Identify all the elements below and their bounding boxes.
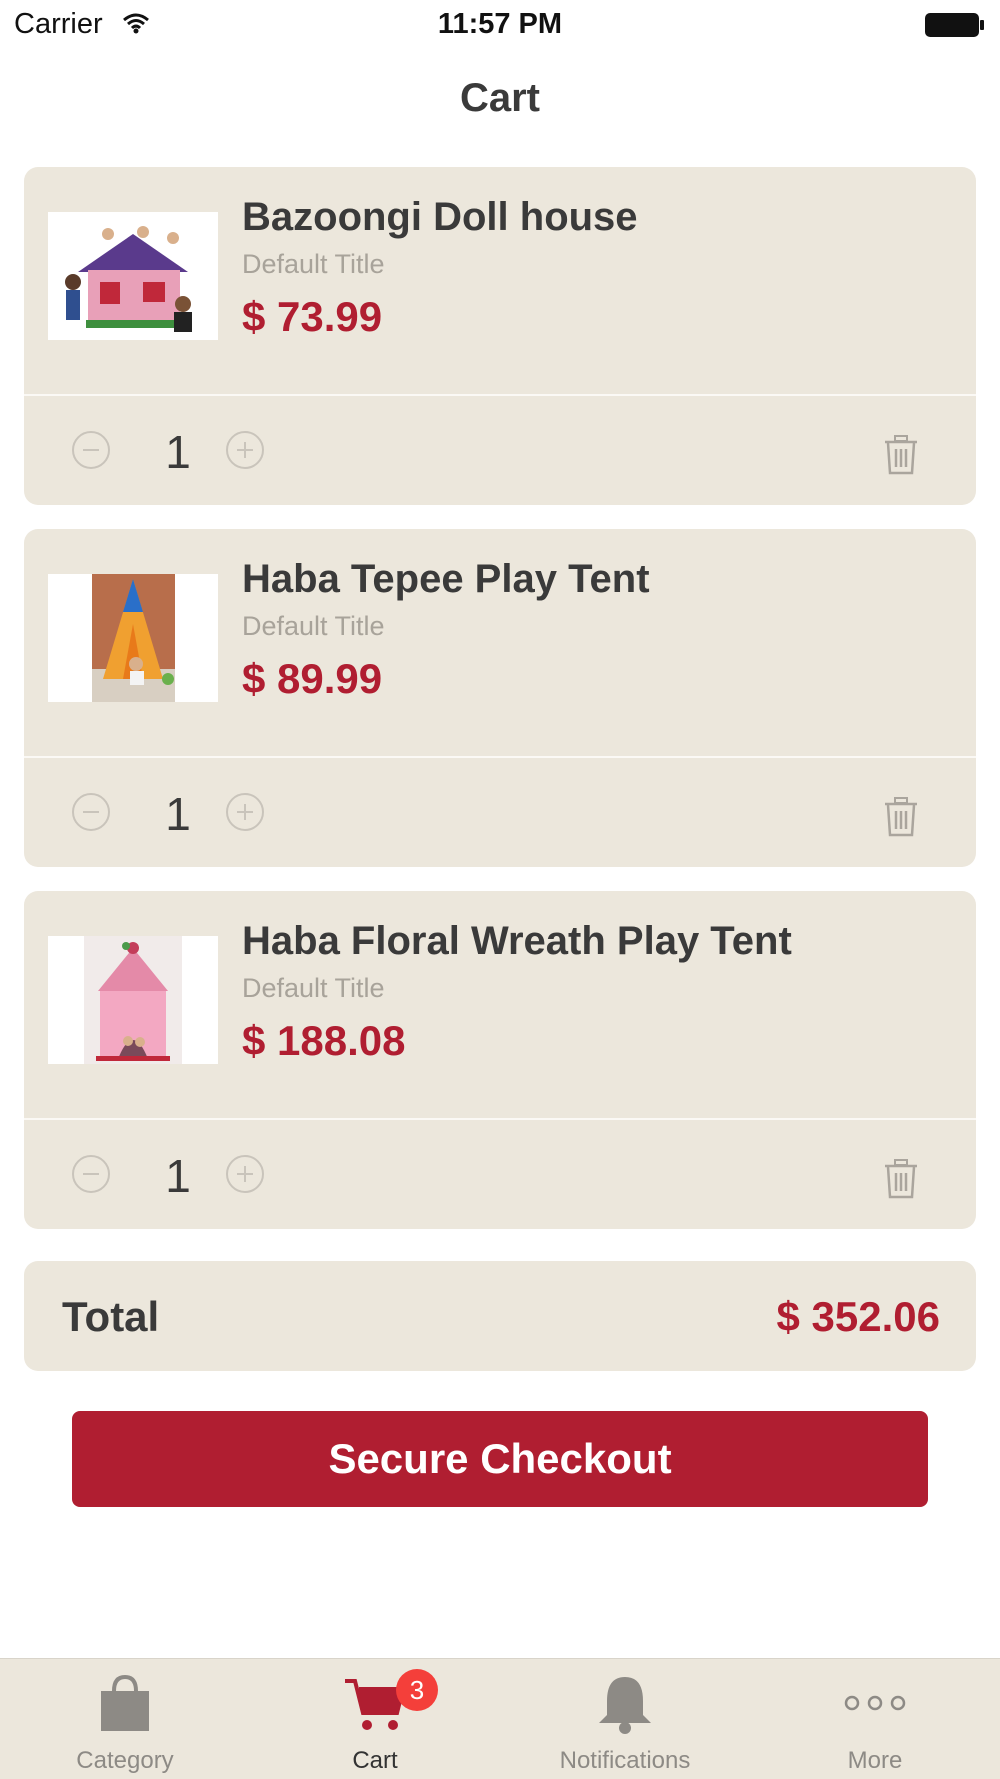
tab-notifications[interactable]: Notifications — [500, 1659, 750, 1779]
cart-item: Haba Floral Wreath Play Tent Default Tit… — [24, 891, 976, 1229]
decrease-quantity-button[interactable] — [72, 793, 110, 831]
quantity-value: 1 — [165, 788, 191, 840]
product-name[interactable]: Bazoongi Doll house — [242, 195, 638, 240]
cart-total: Total $ 352.06 — [24, 1261, 976, 1371]
decrease-quantity-button[interactable] — [72, 1155, 110, 1193]
tab-label: Cart — [352, 1747, 398, 1774]
divider — [24, 394, 976, 396]
decrease-quantity-button[interactable] — [72, 431, 110, 469]
more-dots-icon — [750, 1673, 1000, 1743]
bell-icon — [500, 1673, 750, 1743]
trash-icon[interactable] — [884, 435, 918, 480]
cart-item: Bazoongi Doll house Default Title $ 73.9… — [24, 167, 976, 505]
trash-icon[interactable] — [884, 797, 918, 842]
product-price: $ 73.99 — [242, 293, 383, 340]
product-variant: Default Title — [242, 611, 385, 641]
tab-bar: Category 3 Cart Notifications More — [0, 1658, 1000, 1779]
quantity-value: 1 — [165, 426, 191, 478]
product-image[interactable] — [48, 212, 218, 340]
increase-quantity-button[interactable] — [226, 431, 264, 469]
divider — [24, 1118, 976, 1120]
battery-icon — [924, 12, 986, 43]
tab-label: More — [847, 1747, 903, 1774]
page-title: Cart — [459, 76, 541, 120]
product-image[interactable] — [48, 936, 218, 1064]
divider — [24, 756, 976, 758]
cart-count-badge: 3 — [396, 1669, 438, 1711]
product-name[interactable]: Haba Tepee Play Tent — [242, 557, 650, 602]
quantity-value: 1 — [165, 1150, 191, 1202]
tab-category[interactable]: Category — [0, 1659, 250, 1779]
cart-item: Haba Tepee Play Tent Default Title $ 89.… — [24, 529, 976, 867]
product-variant: Default Title — [242, 249, 385, 279]
tab-cart[interactable]: 3 Cart — [250, 1659, 500, 1779]
product-name[interactable]: Haba Floral Wreath Play Tent — [242, 919, 792, 964]
trash-icon[interactable] — [884, 1159, 918, 1204]
total-value: $ 352.06 — [776, 1293, 941, 1340]
increase-quantity-button[interactable] — [226, 793, 264, 831]
product-image[interactable] — [48, 574, 218, 702]
increase-quantity-button[interactable] — [226, 1155, 264, 1193]
shopping-bag-icon — [0, 1673, 250, 1743]
status-bar: Carrier 11:57 PM — [0, 0, 1000, 52]
secure-checkout-button[interactable]: Secure Checkout — [72, 1411, 928, 1507]
product-price: $ 188.08 — [242, 1017, 406, 1064]
product-variant: Default Title — [242, 973, 385, 1003]
tab-more[interactable]: More — [750, 1659, 1000, 1779]
clock: 11:57 PM — [437, 8, 563, 40]
product-price: $ 89.99 — [242, 655, 383, 702]
cart-icon — [250, 1673, 500, 1743]
total-label: Total — [62, 1293, 160, 1340]
tab-label: Notifications — [559, 1747, 691, 1774]
tab-label: Category — [76, 1747, 174, 1774]
